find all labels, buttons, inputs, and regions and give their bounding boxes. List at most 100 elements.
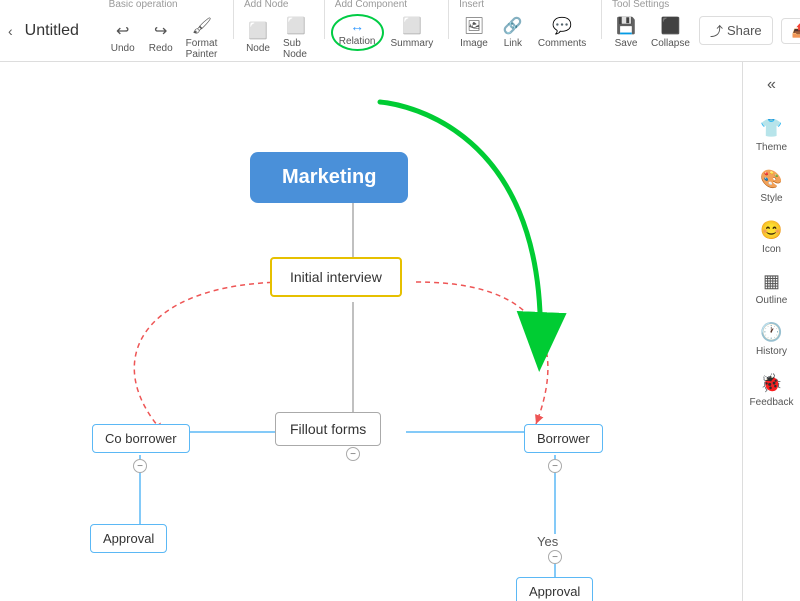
image-icon: 🖼 xyxy=(464,16,484,36)
image-button[interactable]: 🖼 Image xyxy=(455,13,493,52)
export-icon: 📤 xyxy=(792,23,800,39)
format-painter-button[interactable]: 🖌 Format Painter xyxy=(181,13,224,63)
insert-label: Insert xyxy=(455,0,484,10)
minus-circle-yes[interactable]: − xyxy=(548,550,562,564)
sidebar-collapse-button[interactable]: « xyxy=(743,70,800,100)
icon-label: Icon xyxy=(762,244,781,255)
minus-circle-coborrower[interactable]: − xyxy=(133,459,147,473)
node-icon: ⬜ xyxy=(248,21,268,41)
undo-button[interactable]: ↩ Undo xyxy=(105,18,141,57)
green-arrow xyxy=(350,92,570,372)
fillout-forms-node[interactable]: Fillout forms xyxy=(275,412,381,446)
tool-settings-label: Tool Settings xyxy=(608,0,669,10)
add-component-label: Add Component xyxy=(331,0,407,10)
co-borrower-node[interactable]: Co borrower xyxy=(92,424,190,453)
document-title: Untitled xyxy=(25,22,85,40)
initial-interview-node[interactable]: Initial interview xyxy=(270,257,402,297)
divider-2 xyxy=(324,0,325,39)
collapse-sidebar-icon: « xyxy=(767,76,776,94)
redo-label: Redo xyxy=(149,43,173,54)
divider-1 xyxy=(233,0,234,39)
tool-settings-items: 💾 Save ⬛ Collapse xyxy=(608,13,695,52)
style-icon: 🎨 xyxy=(760,169,782,190)
redo-icon: ↪ xyxy=(154,21,167,41)
collapse-label: Collapse xyxy=(651,38,690,49)
feedback-label: Feedback xyxy=(750,397,794,408)
minus-circle-fillout[interactable]: − xyxy=(346,447,360,461)
collapse-icon: ⬛ xyxy=(661,16,681,36)
comments-button[interactable]: 💬 Comments xyxy=(533,13,591,52)
link-button[interactable]: 🔗 Link xyxy=(495,13,531,52)
basic-operation-group: Basic operation ↩ Undo ↪ Redo 🖌 Format P… xyxy=(105,0,224,63)
share-icon: ⤴ xyxy=(710,21,723,40)
sidebar-item-style[interactable]: 🎨 Style xyxy=(747,163,797,210)
canvas[interactable]: Marketing Initial interview Fillout form… xyxy=(0,62,742,601)
insert-items: 🖼 Image 🔗 Link 💬 Comments xyxy=(455,13,591,52)
sidebar-item-feedback[interactable]: 🐞 Feedback xyxy=(747,367,797,414)
approval-left-label: Approval xyxy=(103,531,154,546)
sidebar-item-history[interactable]: 🕐 History xyxy=(747,316,797,363)
share-label: Share xyxy=(727,23,762,38)
sidebar-item-icon[interactable]: 😊 Icon xyxy=(747,214,797,261)
relation-icon: ↔ xyxy=(350,18,364,34)
redo-button[interactable]: ↪ Redo xyxy=(143,18,179,57)
node-label: Node xyxy=(246,43,270,54)
export-button[interactable]: 📤 Export xyxy=(781,18,800,44)
summary-button[interactable]: ⬜ Summary xyxy=(386,13,439,52)
add-node-items: ⬜ Node ⬜ Sub Node xyxy=(240,13,314,63)
comments-icon: 💬 xyxy=(552,16,572,36)
relation-label: Relation xyxy=(339,36,376,47)
add-node-group: Add Node ⬜ Node ⬜ Sub Node xyxy=(240,0,314,63)
add-component-items: ↔ Relation ⬜ Summary xyxy=(331,13,439,52)
share-button[interactable]: ⤴ Share xyxy=(699,16,773,45)
minus-circle-borrower[interactable]: − xyxy=(548,459,562,473)
add-node-label: Add Node xyxy=(240,0,288,10)
borrower-node[interactable]: Borrower xyxy=(524,424,603,453)
tool-settings-group: Tool Settings 💾 Save ⬛ Collapse xyxy=(608,0,695,52)
marketing-label: Marketing xyxy=(282,166,376,188)
save-button[interactable]: 💾 Save xyxy=(608,13,644,52)
image-label: Image xyxy=(460,38,488,49)
approval-right-node[interactable]: Approval xyxy=(516,577,593,601)
borrower-label: Borrower xyxy=(537,431,590,446)
undo-icon: ↩ xyxy=(116,21,129,41)
approval-left-node[interactable]: Approval xyxy=(90,524,167,553)
sidebar-item-outline[interactable]: ▦ Outline xyxy=(747,265,797,312)
collapse-button[interactable]: ⬛ Collapse xyxy=(646,13,695,52)
basic-operation-label: Basic operation xyxy=(105,0,178,10)
history-icon: 🕐 xyxy=(760,322,782,343)
save-label: Save xyxy=(615,38,638,49)
feedback-icon: 🐞 xyxy=(760,373,782,394)
relation-button[interactable]: ↔ Relation xyxy=(331,14,384,51)
yes-label: Yes xyxy=(537,534,558,549)
format-painter-icon: 🖌 xyxy=(192,16,212,36)
marketing-node[interactable]: Marketing xyxy=(250,152,408,203)
right-sidebar: « 👕 Theme 🎨 Style 😊 Icon ▦ Outline 🕐 His… xyxy=(742,62,800,601)
undo-label: Undo xyxy=(111,43,135,54)
back-icon: ‹ xyxy=(8,23,13,39)
add-component-group: Add Component ↔ Relation ⬜ Summary xyxy=(331,0,439,52)
back-button[interactable]: ‹ xyxy=(8,23,13,39)
link-label: Link xyxy=(504,38,522,49)
theme-label: Theme xyxy=(756,142,787,153)
approval-right-label: Approval xyxy=(529,584,580,599)
style-label: Style xyxy=(760,193,782,204)
initial-interview-label: Initial interview xyxy=(290,269,382,285)
summary-icon: ⬜ xyxy=(402,16,422,36)
node-button[interactable]: ⬜ Node xyxy=(240,18,276,57)
summary-label: Summary xyxy=(391,38,434,49)
basic-operation-items: ↩ Undo ↪ Redo 🖌 Format Painter xyxy=(105,13,224,63)
sub-node-icon: ⬜ xyxy=(286,16,306,36)
toolbar-groups: Basic operation ↩ Undo ↪ Redo 🖌 Format P… xyxy=(105,0,699,63)
yes-node[interactable]: Yes xyxy=(537,534,558,549)
comments-label: Comments xyxy=(538,38,586,49)
theme-icon: 👕 xyxy=(760,118,782,139)
format-painter-label: Format Painter xyxy=(186,38,219,60)
fillout-forms-label: Fillout forms xyxy=(290,421,366,437)
icon-icon: 😊 xyxy=(760,220,782,241)
canvas-svg xyxy=(0,62,742,601)
sidebar-item-theme[interactable]: 👕 Theme xyxy=(747,112,797,159)
toolbar: ‹ Untitled Basic operation ↩ Undo ↪ Redo… xyxy=(0,0,800,62)
sub-node-button[interactable]: ⬜ Sub Node xyxy=(278,13,314,63)
co-borrower-label: Co borrower xyxy=(105,431,177,446)
